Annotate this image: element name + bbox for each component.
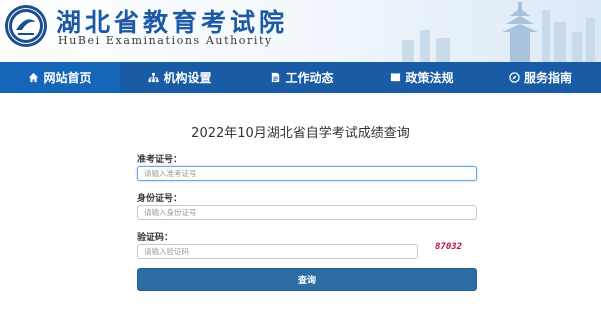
nav-item-label: 工作动态 bbox=[285, 71, 334, 85]
document-icon bbox=[272, 72, 280, 83]
nav-item-home[interactable]: 网站首页 bbox=[0, 62, 120, 93]
nav-item-label: 政策法规 bbox=[405, 71, 454, 85]
nav-item-label: 网站首页 bbox=[43, 71, 92, 85]
org-chart-icon bbox=[148, 72, 160, 83]
logo-emblem-icon bbox=[5, 5, 47, 47]
site-header: 湖北省教育考试院 HuBei Examinations Authority bbox=[0, 0, 601, 62]
home-icon bbox=[29, 72, 39, 83]
nav-item-organization[interactable]: 机构设置 bbox=[120, 62, 240, 93]
site-subtitle: HuBei Examinations Authority bbox=[58, 34, 273, 47]
main-nav: 网站首页 机构设置 工作动态 政策法规 服务指南 bbox=[0, 62, 601, 93]
nav-item-label: 机构设置 bbox=[163, 71, 212, 85]
nav-item-label: 服务指南 bbox=[523, 71, 572, 85]
captcha-input[interactable] bbox=[137, 244, 418, 259]
book-icon bbox=[391, 73, 401, 83]
compass-icon bbox=[509, 72, 520, 83]
query-button[interactable]: 查询 bbox=[137, 268, 477, 291]
nav-item-policy[interactable]: 政策法规 bbox=[364, 62, 480, 93]
skyline-illustration bbox=[402, 2, 595, 62]
captcha-label: 验证码： bbox=[137, 233, 174, 243]
exam-id-input[interactable] bbox=[137, 166, 477, 181]
id-card-label: 身份证号： bbox=[137, 194, 183, 204]
nav-item-news[interactable]: 工作动态 bbox=[240, 62, 364, 93]
captcha-image[interactable]: 87032 bbox=[435, 242, 475, 254]
exam-id-label: 准考证号： bbox=[137, 155, 183, 165]
id-card-input[interactable] bbox=[137, 205, 477, 220]
page-title: 2022年10月湖北省自学考试成绩查询 bbox=[191, 126, 410, 141]
nav-item-service[interactable]: 服务指南 bbox=[480, 62, 601, 93]
